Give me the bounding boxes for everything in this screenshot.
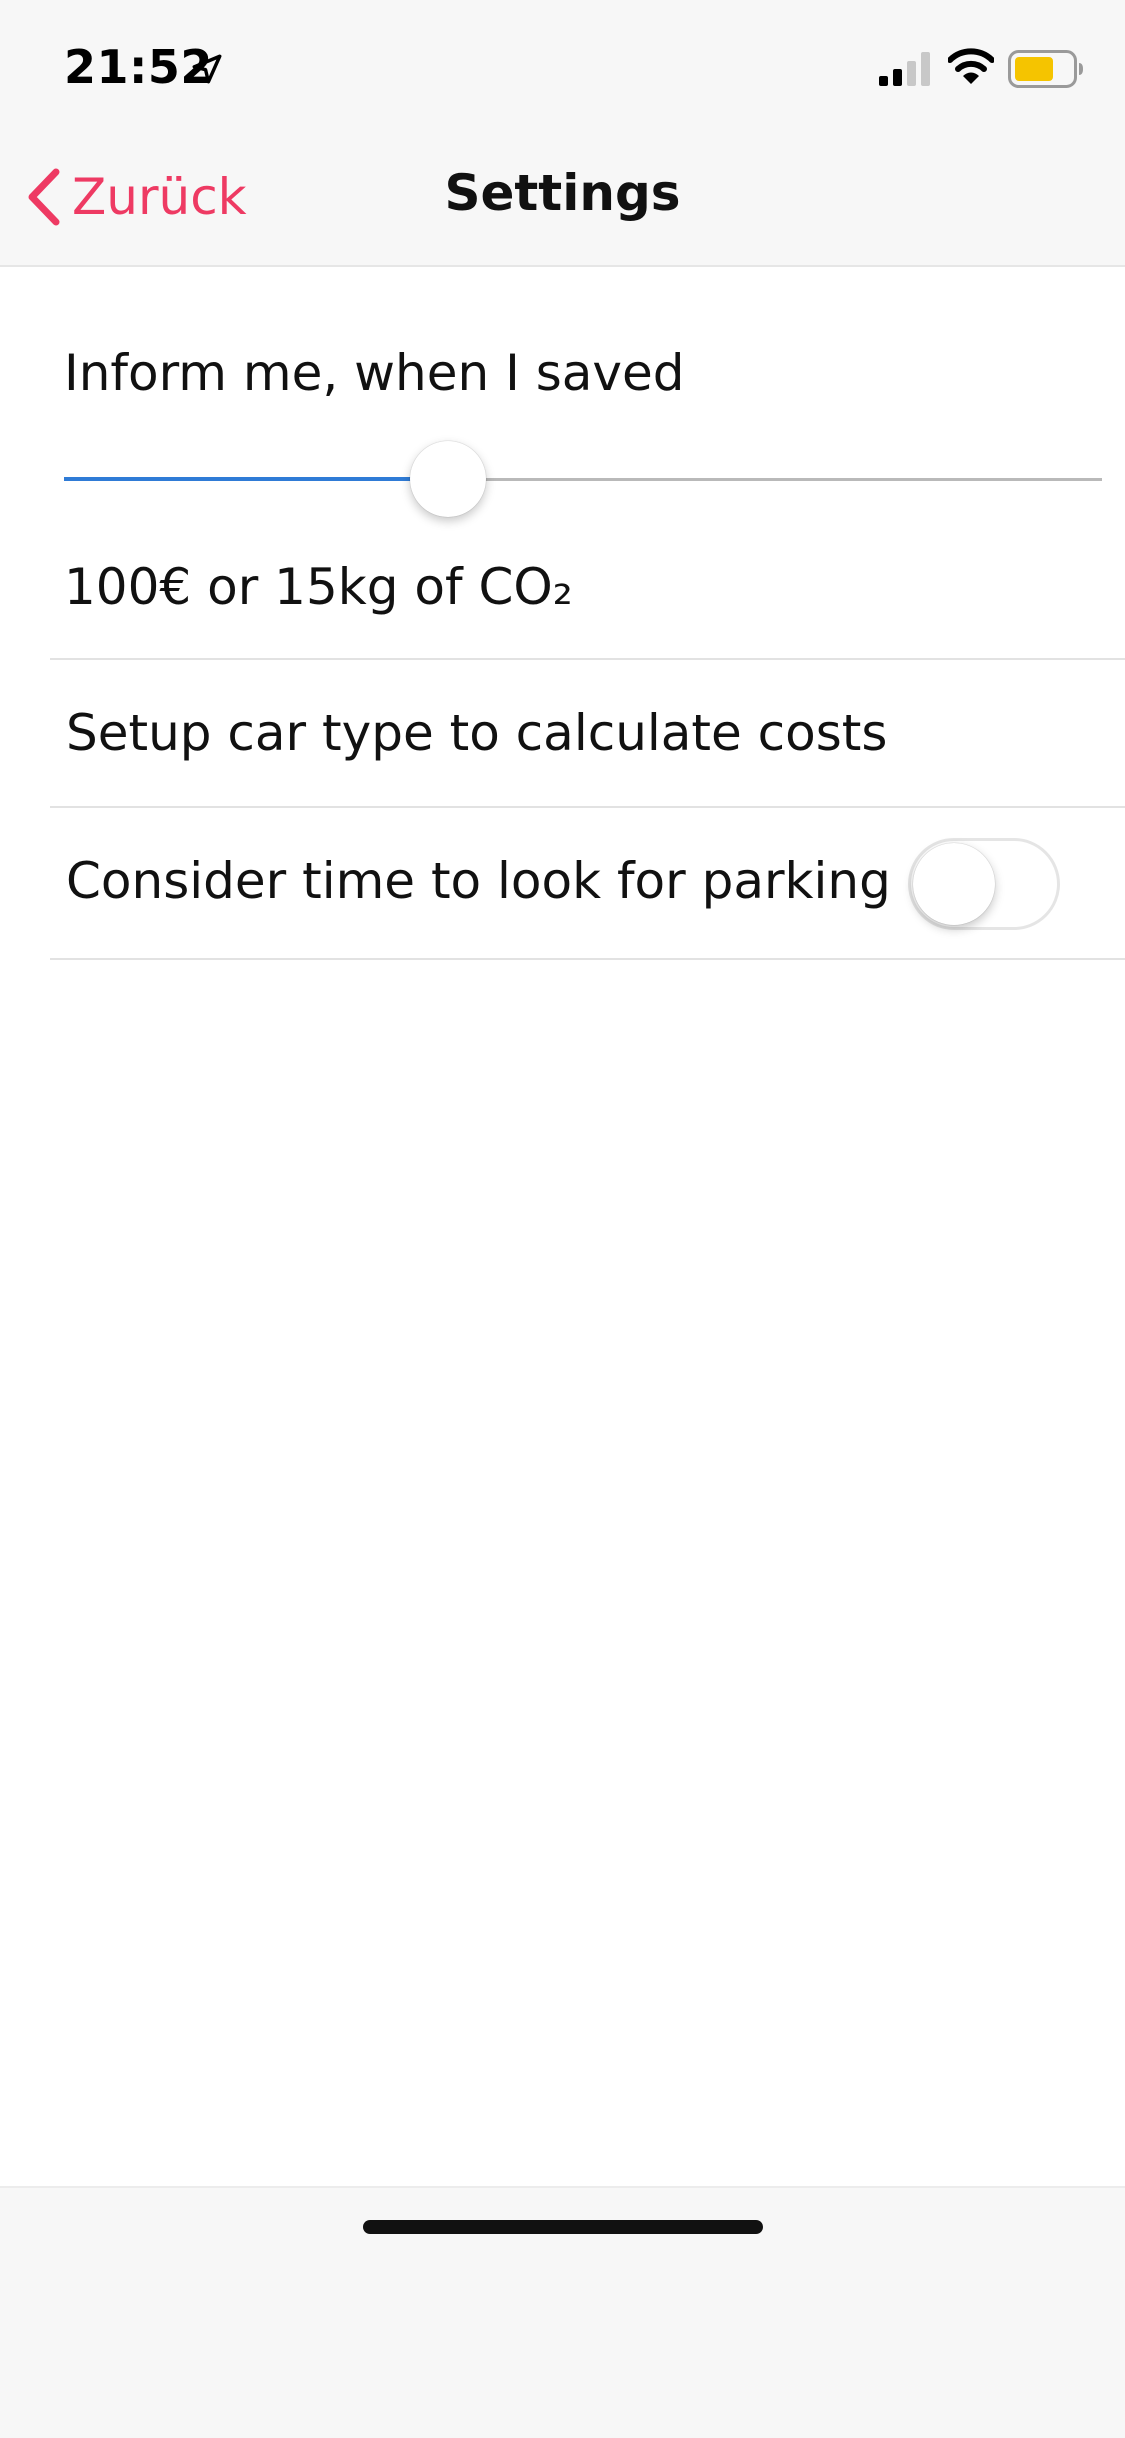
cellular-signal-icon: [879, 52, 930, 86]
parking-time-toggle[interactable]: [908, 838, 1060, 930]
car-type-label: Setup car type to calculate costs: [66, 704, 888, 762]
parking-time-label: Consider time to look for parking: [66, 852, 891, 910]
wifi-icon: [948, 48, 994, 84]
slider-thumb[interactable]: [410, 441, 487, 517]
car-type-row[interactable]: Setup car type to calculate costs: [50, 660, 1125, 806]
divider: [50, 958, 1125, 960]
battery-icon: [1008, 50, 1083, 88]
page-title: Settings: [444, 164, 681, 222]
top-bar: 21:52 Zurück Settings: [0, 0, 1125, 267]
savings-threshold-slider[interactable]: [64, 441, 1102, 517]
toggle-knob: [913, 843, 995, 925]
inform-label: Inform me, when I saved: [64, 344, 685, 402]
home-indicator[interactable]: [363, 2220, 763, 2234]
slider-fill: [64, 477, 449, 481]
location-arrow-icon: [192, 54, 222, 84]
threshold-value-label: 100€ or 15kg of CO₂: [64, 558, 573, 616]
